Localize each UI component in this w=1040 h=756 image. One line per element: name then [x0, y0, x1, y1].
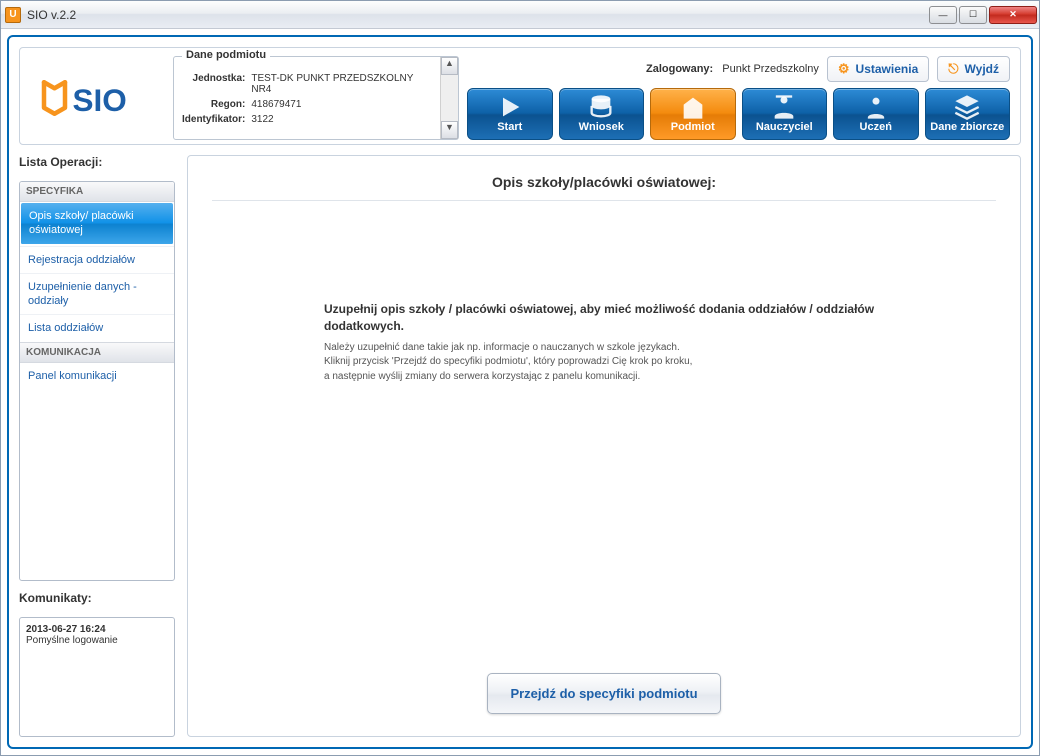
op-item-lista-oddzialow[interactable]: Lista oddziałów — [20, 314, 174, 341]
database-icon — [562, 93, 642, 121]
label-regon: Regon: — [182, 97, 251, 112]
gear-icon: ⚙ — [838, 61, 850, 77]
minimize-button[interactable]: — — [929, 6, 957, 24]
close-button[interactable]: ✕ — [989, 6, 1037, 24]
play-icon — [470, 93, 550, 121]
teacher-icon — [745, 93, 825, 121]
svg-text:SIO: SIO — [72, 82, 126, 118]
info-heading: Uzupełnij opis szkoły / placówki oświato… — [324, 301, 884, 335]
student-icon — [836, 93, 916, 121]
label-jednostka: Jednostka: — [182, 71, 251, 97]
app-window: U SIO v.2.2 — ☐ ✕ SIO — [0, 0, 1040, 756]
info-line-2: Kliknij przycisk 'Przejdź do specyfiki p… — [324, 356, 692, 367]
tile-wniosek[interactable]: Wniosek — [559, 88, 645, 140]
logout-icon: ⎋ — [948, 61, 958, 77]
messages-box: 2013-06-27 16:24 Pomyślne logowanie — [19, 617, 175, 737]
value-jednostka: TEST-DK PUNKT PRZEDSZKOLNY NR4 — [251, 71, 434, 97]
info-line-3: a następnie wyślij zmiany do serwera kor… — [324, 371, 640, 382]
details-legend: Dane podmiotu — [182, 49, 270, 61]
logout-button[interactable]: ⎋ Wyjdź — [937, 56, 1010, 82]
settings-button[interactable]: ⚙ Ustawienia — [827, 56, 929, 82]
header-panel: SIO Dane podmiotu Jednostka: TEST-DK PUN… — [19, 47, 1021, 145]
content-heading: Opis szkoły/placówki oświatowej: — [212, 174, 996, 190]
scroll-down-icon[interactable]: ▼ — [441, 121, 458, 139]
label-identyfikator: Identyfikator: — [182, 112, 251, 127]
content-panel: Opis szkoły/placówki oświatowej: Uzupełn… — [187, 155, 1021, 737]
op-item-panel-komunikacji[interactable]: Panel komunikacji — [20, 363, 174, 390]
tile-uczen[interactable]: Uczeń — [833, 88, 919, 140]
details-scrollbar[interactable]: ▲ ▼ — [440, 57, 458, 139]
main-nav-tiles: Start Wniosek Podmiot Nauczyciel — [467, 88, 1010, 140]
building-icon — [653, 93, 733, 121]
op-item-rejestracja[interactable]: Rejestracja oddziałów — [20, 246, 174, 273]
value-regon: 418679471 — [251, 97, 434, 112]
entity-details: Dane podmiotu Jednostka: TEST-DK PUNKT P… — [173, 56, 459, 140]
tile-nauczyciel[interactable]: Nauczyciel — [742, 88, 828, 140]
layers-icon — [928, 93, 1008, 121]
message-timestamp: 2013-06-27 16:24 — [26, 624, 168, 635]
value-identyfikator: 3122 — [251, 112, 434, 127]
scroll-up-icon[interactable]: ▲ — [441, 57, 458, 75]
window-title: SIO v.2.2 — [27, 8, 76, 22]
settings-label: Ustawienia — [856, 62, 919, 76]
operations-title: Lista Operacji: — [19, 155, 175, 169]
info-message: Uzupełnij opis szkoły / placówki oświato… — [324, 301, 884, 384]
operations-list: SPECYFIKA Opis szkoły/ placówki oświatow… — [19, 181, 175, 581]
op-item-opis-szkoly[interactable]: Opis szkoły/ placówki oświatowej — [21, 203, 173, 245]
tile-dane-zbiorcze[interactable]: Dane zbiorcze — [925, 88, 1011, 140]
section-specyfika: SPECYFIKA — [20, 182, 174, 202]
titlebar: U SIO v.2.2 — ☐ ✕ — [1, 1, 1039, 29]
info-line-1: Należy uzupełnić dane takie jak np. info… — [324, 342, 680, 353]
logged-label: Zalogowany: — [646, 63, 713, 75]
app-icon: U — [5, 7, 21, 23]
messages-title: Komunikaty: — [19, 591, 175, 605]
goto-specyfika-button[interactable]: Przejdź do specyfiki podmiotu — [487, 673, 720, 714]
logged-user: Punkt Przedszkolny — [722, 63, 819, 75]
section-komunikacja: KOMUNIKACJA — [20, 342, 174, 363]
tile-podmiot[interactable]: Podmiot — [650, 88, 736, 140]
tile-start[interactable]: Start — [467, 88, 553, 140]
app-logo: SIO — [30, 56, 165, 140]
logged-in-info: Zalogowany: Punkt Przedszkolny — [646, 63, 819, 75]
message-text: Pomyślne logowanie — [26, 635, 168, 646]
logout-label: Wyjdź — [965, 62, 999, 76]
maximize-button[interactable]: ☐ — [959, 6, 987, 24]
op-item-uzupelnienie[interactable]: Uzupełnienie danych - oddziały — [20, 273, 174, 315]
